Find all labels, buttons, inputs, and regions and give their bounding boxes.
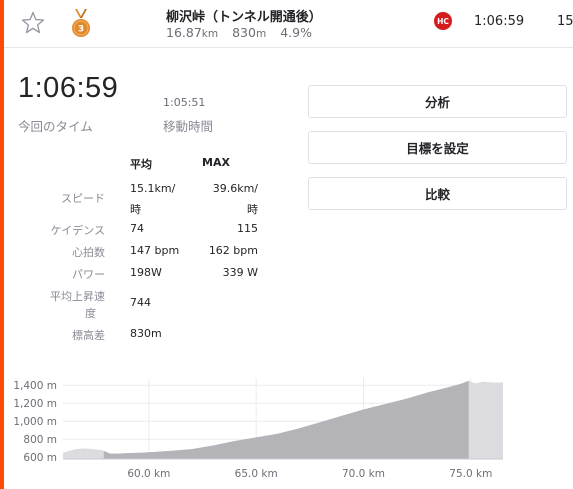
stat-label-line2: 度 [85, 307, 96, 320]
y-tick-label: 1,000 m [13, 416, 57, 428]
analyze-button[interactable]: 分析 [308, 85, 567, 118]
stat-avg: 74 [130, 222, 144, 235]
moving-time: 1:05:51 [163, 96, 206, 109]
x-tick-label: 60.0 km [127, 468, 170, 480]
col-max-header: MAX [202, 156, 230, 169]
x-tick-label: 70.0 km [342, 468, 385, 480]
segment-distance-unit: km [201, 28, 219, 40]
elapsed-time: 1:06:59 [18, 72, 119, 104]
elevation-area-segment [103, 380, 469, 459]
star-icon[interactable] [20, 10, 46, 36]
elevation-chart[interactable]: 600 m 800 m 1,000 m 1,200 m 1,400 m 60.0 km 65… [4, 372, 573, 489]
segment-elevation: 830 [232, 25, 256, 40]
segment-stats: 16.87km 830m 4.9% [166, 25, 312, 40]
moving-time-label: 移動時間 [163, 119, 214, 134]
set-goal-button[interactable]: 目標を設定 [308, 131, 567, 164]
stat-max-unit: 時 [247, 203, 258, 216]
col-avg-header: 平均 [130, 158, 152, 171]
stat-max: 339 W [222, 266, 258, 279]
climb-category-badge: HC [434, 12, 452, 30]
segment-elevation-unit: m [255, 28, 267, 40]
stat-avg: 744 [130, 296, 151, 309]
stat-label: 心拍数 [72, 246, 105, 259]
y-tick-label: 800 m [23, 434, 57, 446]
compare-button[interactable]: 比較 [308, 177, 567, 210]
stat-label: 平均上昇速 [50, 290, 105, 303]
elapsed-time-label: 今回のタイム [18, 119, 93, 134]
segment-time: 1:06:59 [474, 14, 525, 29]
y-tick-label: 600 m [23, 452, 57, 464]
stat-avg: 198W [130, 266, 162, 279]
stat-avg: 15.1km/ [130, 182, 176, 195]
x-tick-label: 75.0 km [449, 468, 492, 480]
x-tick-label: 65.0 km [235, 468, 278, 480]
stat-max: 115 [237, 222, 258, 235]
medal-rank: 3 [78, 25, 84, 35]
segment-name-link[interactable]: 柳沢峠（トンネル開通後） [166, 6, 322, 25]
y-tick-label: 1,200 m [13, 398, 57, 410]
stat-max: 162 bpm [208, 244, 258, 257]
stat-label: ケイデンス [50, 224, 105, 237]
stat-avg-unit: 時 [130, 203, 141, 216]
bronze-medal-icon: 3 [72, 9, 90, 37]
next-column-partial: 15. [557, 14, 573, 29]
stat-avg: 830m [130, 327, 162, 340]
segment-header-row[interactable]: 3 柳沢峠（トンネル開通後） 16.87km 830m 4.9% HC 1:06:5… [4, 0, 573, 48]
stat-max: 39.6km/ [212, 182, 258, 195]
stat-label: スピード [61, 192, 105, 205]
stat-avg: 147 bpm [130, 244, 180, 257]
stat-label: 標高差 [72, 329, 105, 342]
segment-grade: 4.9% [280, 25, 312, 40]
stat-label: パワー [72, 268, 105, 281]
y-tick-label: 1,400 m [13, 380, 57, 392]
segment-distance: 16.87 [166, 25, 202, 40]
